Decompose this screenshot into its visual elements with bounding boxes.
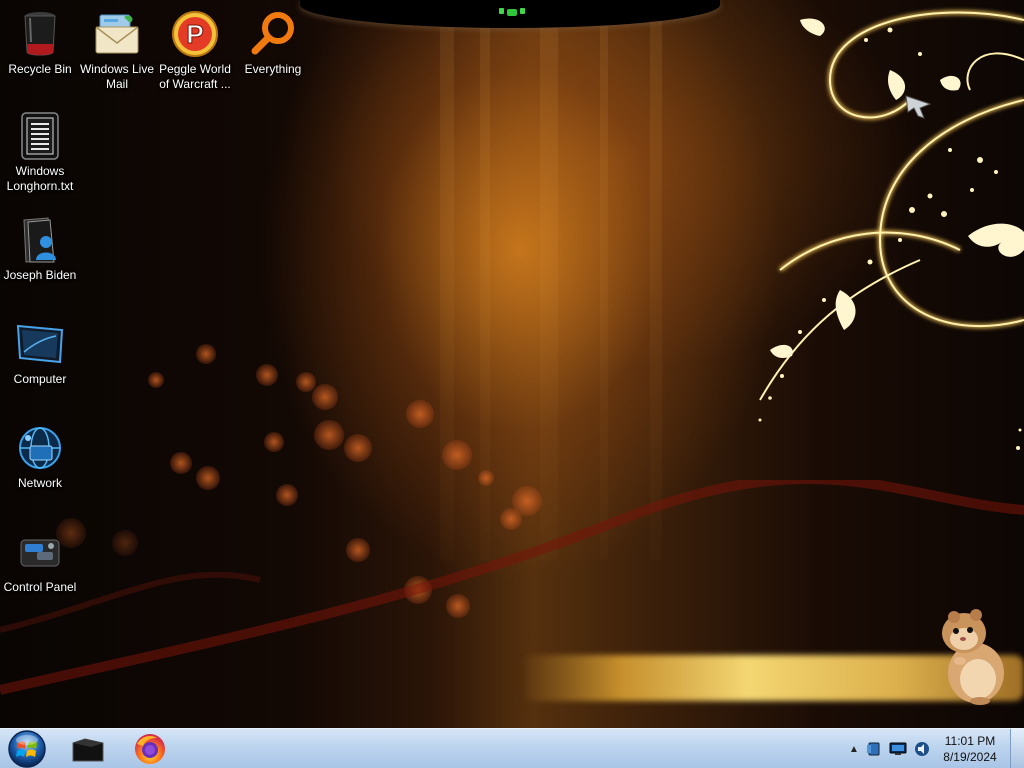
peggle-icon: P bbox=[171, 10, 219, 58]
desktop-icon-label: Computer bbox=[13, 372, 67, 386]
system-tray: ▲ 11:01 PM 8/19/2024 bbox=[840, 729, 1016, 768]
mail-icon bbox=[93, 10, 141, 58]
magnifier-icon bbox=[249, 10, 297, 58]
taskbar-pinned-firefox[interactable] bbox=[122, 731, 178, 767]
show-hidden-icons-button[interactable]: ▲ bbox=[844, 739, 864, 759]
action-center-icon[interactable] bbox=[864, 739, 884, 759]
bokeh-light bbox=[148, 372, 164, 388]
clock-time: 11:01 PM bbox=[944, 734, 996, 748]
desktop-icon-label: Windows Longhorn.txt bbox=[6, 164, 74, 193]
wallpaper-streak bbox=[650, 0, 662, 560]
desktop-wallpaper bbox=[0, 0, 1024, 728]
desktop-icon-label: Peggle World of Warcraft ... bbox=[159, 62, 231, 91]
text-file-icon bbox=[16, 112, 64, 160]
windows-orb-icon bbox=[8, 730, 46, 768]
folder-icon bbox=[72, 738, 104, 762]
green-led-icon bbox=[499, 8, 525, 16]
desktop-icon-computer[interactable]: Computer bbox=[0, 314, 80, 406]
bokeh-light bbox=[296, 372, 316, 392]
taskbar: ▲ 11:01 PM 8/19/2024 bbox=[0, 728, 1024, 768]
monitor-icon bbox=[16, 320, 64, 368]
bokeh-light bbox=[264, 432, 284, 452]
desktop-icon-label: Joseph Biden bbox=[3, 268, 77, 282]
show-desktop-button[interactable] bbox=[1010, 729, 1024, 768]
desktop-icon-everything[interactable]: Everything bbox=[233, 4, 313, 96]
desktop-icon-label: Control Panel bbox=[3, 580, 77, 594]
wallpaper-streak bbox=[440, 0, 454, 560]
golden-swirl-ornament bbox=[758, 10, 1024, 450]
taskbar-pinned-explorer[interactable] bbox=[60, 731, 116, 767]
user-folder-icon bbox=[16, 216, 64, 264]
recycle-bin-icon bbox=[16, 10, 64, 58]
bokeh-light bbox=[196, 344, 216, 364]
clock-date: 8/19/2024 bbox=[943, 750, 997, 764]
desktop-icon-label: Network bbox=[17, 476, 62, 490]
volume-icon[interactable] bbox=[912, 739, 932, 759]
start-button[interactable] bbox=[4, 730, 50, 768]
desktop-icon-recycle-bin[interactable]: Recycle Bin bbox=[0, 4, 80, 96]
wallpaper-streak bbox=[540, 0, 558, 560]
bokeh-light bbox=[256, 364, 278, 386]
wallpaper-streak bbox=[600, 0, 608, 560]
bokeh-light bbox=[442, 440, 472, 470]
control-panel-icon bbox=[16, 528, 64, 576]
bokeh-light bbox=[170, 452, 192, 474]
firefox-icon bbox=[135, 734, 165, 764]
desktop-icon-joseph-biden[interactable]: Joseph Biden bbox=[0, 210, 80, 302]
desktop-icon-control-panel[interactable]: Control Panel bbox=[0, 522, 80, 614]
desktop-icon-windows-longhorn-txt[interactable]: Windows Longhorn.txt bbox=[0, 106, 80, 198]
desktop-icon-network[interactable]: Network bbox=[0, 418, 80, 510]
desktop-icon-windows-live-mail[interactable]: Windows Live Mail bbox=[77, 4, 157, 96]
bokeh-light bbox=[344, 434, 372, 462]
bokeh-light bbox=[406, 400, 434, 428]
network-globe-icon bbox=[16, 424, 64, 472]
svg-text:P: P bbox=[186, 19, 203, 49]
bokeh-light bbox=[312, 384, 338, 410]
desktop-icon-label: Windows Live Mail bbox=[79, 62, 155, 91]
desktop-icon-label: Recycle Bin bbox=[8, 62, 72, 76]
taskbar-clock[interactable]: 11:01 PM 8/19/2024 bbox=[932, 733, 1008, 765]
network-status-icon[interactable] bbox=[888, 739, 908, 759]
hamster-desktop-pet[interactable] bbox=[934, 605, 1014, 705]
desktop-icon-peggle-world-of-warcraft[interactable]: P Peggle World of Warcraft ... bbox=[155, 4, 235, 96]
bokeh-light bbox=[314, 420, 344, 450]
desktop-icon-label: Everything bbox=[244, 62, 302, 76]
